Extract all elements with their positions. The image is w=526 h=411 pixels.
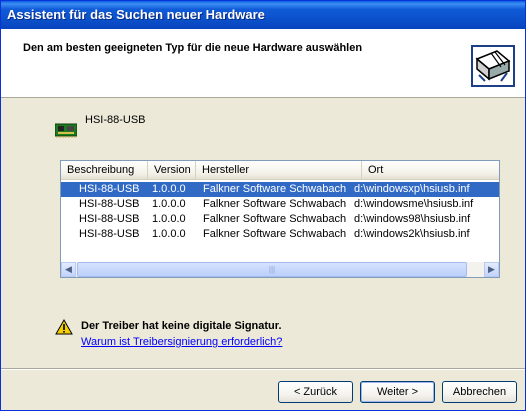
cell-description: HSI-88-USB [79, 228, 140, 240]
table-row[interactable]: HSI-88-USB 1.0.0.0 Falkner Software Schw… [61, 212, 499, 227]
cell-description: HSI-88-USB [79, 183, 140, 195]
cell-manufacturer: Falkner Software Schwabach [203, 213, 347, 225]
signing-info-link[interactable]: Warum ist Treibersignierung erforderlich… [81, 336, 282, 348]
cell-version: 1.0.0.0 [152, 213, 186, 225]
cell-manufacturer: Falkner Software Schwabach [203, 228, 347, 240]
cell-description: HSI-88-USB [79, 198, 140, 210]
wizard-header: Den am besten geeigneten Typ für die neu… [1, 29, 525, 98]
horizontal-scrollbar[interactable]: ◀ ||| ▶ [61, 262, 499, 277]
cell-location: d:\windowsxp\hsiusb.inf [354, 183, 470, 195]
warning-text: Der Treiber hat keine digitale Signatur. [81, 320, 282, 332]
scroll-right-icon[interactable]: ▶ [484, 262, 499, 277]
table-row[interactable]: HSI-88-USB 1.0.0.0 Falkner Software Schw… [61, 227, 499, 242]
list-header: Beschreibung Version Hersteller Ort [61, 161, 499, 180]
column-header-version[interactable]: Version [148, 161, 196, 179]
scroll-left-icon[interactable]: ◀ [61, 262, 76, 277]
title-bar[interactable]: Assistent für das Suchen neuer Hardware [1, 1, 525, 29]
warning-icon [55, 319, 73, 335]
window-title: Assistent für das Suchen neuer Hardware [7, 7, 265, 22]
column-header-manufacturer[interactable]: Hersteller [196, 161, 362, 179]
cell-description: HSI-88-USB [79, 213, 140, 225]
cell-manufacturer: Falkner Software Schwabach [203, 198, 347, 210]
header-title: Den am besten geeigneten Typ für die neu… [23, 42, 363, 54]
scroll-thumb[interactable]: ||| [77, 262, 467, 277]
cell-location: d:\windows98\hsiusb.inf [354, 213, 471, 225]
hardware-wizard-icon [471, 45, 515, 87]
cell-location: d:\windows2k\hsiusb.inf [354, 228, 470, 240]
cell-version: 1.0.0.0 [152, 198, 186, 210]
table-row[interactable]: HSI-88-USB 1.0.0.0 Falkner Software Schw… [61, 182, 499, 197]
next-button[interactable]: Weiter > [360, 381, 435, 403]
back-button[interactable]: < Zurück [278, 381, 353, 403]
cell-version: 1.0.0.0 [152, 183, 186, 195]
wizard-window: Assistent für das Suchen neuer Hardware … [0, 0, 526, 411]
driver-list[interactable]: Beschreibung Version Hersteller Ort HSI-… [60, 160, 500, 278]
table-row[interactable]: HSI-88-USB 1.0.0.0 Falkner Software Schw… [61, 197, 499, 212]
cancel-button[interactable]: Abbrechen [442, 381, 517, 403]
cell-version: 1.0.0.0 [152, 228, 186, 240]
device-name: HSI-88-USB [85, 114, 146, 126]
cell-location: d:\windowsme\hsiusb.inf [354, 198, 474, 210]
button-divider [1, 368, 525, 370]
column-header-location[interactable]: Ort [362, 161, 499, 179]
column-header-description[interactable]: Beschreibung [61, 161, 148, 179]
cell-manufacturer: Falkner Software Schwabach [203, 183, 347, 195]
circuit-board-icon [55, 123, 77, 138]
